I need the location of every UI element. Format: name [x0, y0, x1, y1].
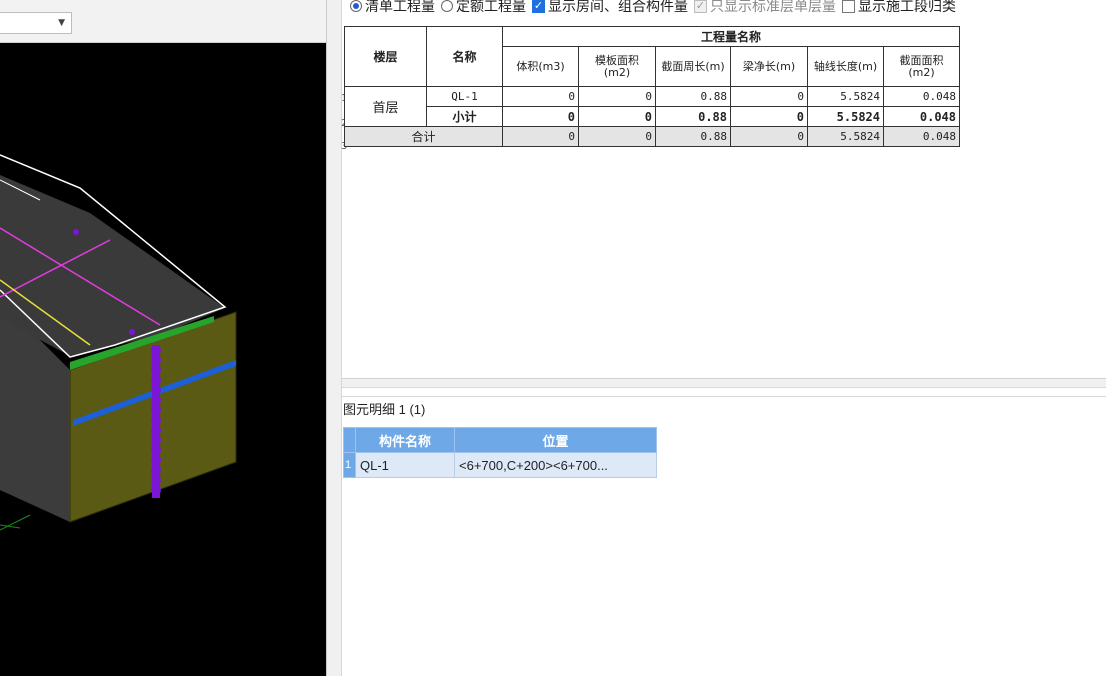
rebar-column [151, 345, 161, 498]
divider [342, 396, 1106, 397]
cell-value: 0 [502, 86, 579, 107]
total-row[interactable]: 合计 0 0 0.88 0 5.5824 0.048 [344, 126, 960, 147]
table-row[interactable]: 1 QL-1 <6+700,C+200><6+700... [343, 452, 657, 478]
option-quota-quantity[interactable]: 定额工程量 [441, 0, 526, 16]
checkbox-icon[interactable] [842, 0, 855, 13]
cell-value: 0 [730, 86, 808, 107]
quantity-table[interactable]: 楼层 名称 工程量名称 体积(m3) 模板面积(m2) 截面周长(m) 梁净长(… [344, 26, 960, 147]
radio-icon[interactable] [441, 0, 453, 12]
cell-value: 0.88 [655, 86, 731, 107]
quantity-options: 清单工程量 定额工程量 ✓ 显示房间、组合构件量 ✓ 只显示标准层单层量 显示施… [350, 0, 956, 16]
header-name[interactable]: 名称 [426, 26, 503, 87]
cell-floor: 首层 [344, 86, 427, 127]
viewport-toolbar: ▼ [0, 0, 326, 43]
cell-value: 0.88 [655, 126, 731, 147]
cell-value: 5.5824 [807, 126, 884, 147]
cell-name: QL-1 [426, 86, 503, 107]
cell-value: 5.5824 [807, 106, 884, 127]
option-label: 定额工程量 [456, 0, 526, 14]
panel-splitter[interactable] [326, 0, 342, 676]
cell-component-name: QL-1 [355, 452, 455, 478]
header-section-perimeter[interactable]: 截面周长(m) [655, 46, 731, 87]
detail-panel-title: 图元明细 1 (1) [343, 399, 425, 418]
3d-viewport[interactable]: ▼ [0, 0, 326, 676]
header-beam-net-length[interactable]: 梁净长(m) [730, 46, 808, 87]
option-label: 显示房间、组合构件量 [548, 0, 688, 14]
detail-title-label: 图元明细 [343, 402, 396, 417]
header-component-name[interactable]: 构件名称 [355, 427, 455, 453]
cell-total-label: 合计 [344, 126, 503, 147]
subtotal-row[interactable]: 小计 0 0 0.88 0 5.5824 0.048 [345, 106, 960, 127]
header-position[interactable]: 位置 [454, 427, 657, 453]
option-bill-quantity[interactable]: 清单工程量 [350, 0, 435, 16]
cell-value: 5.5824 [807, 86, 884, 107]
cell-value: 0.048 [883, 106, 960, 127]
cell-name: 小计 [426, 106, 503, 127]
option-show-room-quantity[interactable]: ✓ 显示房间、组合构件量 [532, 0, 688, 16]
checkbox-checked-icon[interactable]: ✓ [532, 0, 545, 13]
header-volume[interactable]: 体积(m3) [502, 46, 579, 87]
header-quantity-group: 工程量名称 [502, 26, 960, 47]
cell-value: 0 [730, 106, 808, 127]
cell-value: 0 [578, 86, 656, 107]
table-row[interactable]: 首层 QL-1 0 0 0.88 0 5.5824 0.048 [344, 86, 960, 127]
option-label: 显示施工段归类 [858, 0, 956, 14]
header-formwork-area[interactable]: 模板面积(m2) [578, 46, 656, 87]
cell-value: 0 [502, 106, 579, 127]
cell-value: 0 [502, 126, 579, 147]
chevron-down-icon: ▼ [58, 18, 65, 28]
radio-icon[interactable] [350, 0, 362, 12]
option-label: 清单工程量 [365, 0, 435, 14]
cell-value: 0 [578, 106, 656, 127]
option-standard-floor-only: ✓ 只显示标准层单层量 [694, 0, 836, 16]
header-section-area[interactable]: 截面面积(m2) [883, 46, 960, 87]
checkbox-checked-icon: ✓ [694, 0, 707, 13]
model-scene[interactable] [0, 42, 326, 676]
cell-value: 0.048 [883, 126, 960, 147]
detail-count: 1 (1) [398, 402, 426, 417]
cell-value: 0 [730, 126, 808, 147]
option-show-construction-section[interactable]: 显示施工段归类 [842, 0, 956, 16]
cell-value: 0 [578, 126, 656, 147]
cell-value: 0.88 [655, 106, 731, 127]
cell-position: <6+700,C+200><6+700... [454, 452, 657, 478]
header-axis-length[interactable]: 轴线长度(m) [807, 46, 884, 87]
row-header-corner [343, 427, 356, 453]
row-number: 1 [343, 452, 356, 478]
element-detail-table[interactable]: 构件名称 位置 1 QL-1 <6+700,C+200><6+700... [343, 427, 657, 478]
option-label: 只显示标准层单层量 [710, 0, 836, 14]
floor-dropdown[interactable]: ▼ [0, 12, 72, 34]
panel-divider[interactable] [342, 378, 1106, 388]
cell-value: 0.048 [883, 86, 960, 107]
header-floor[interactable]: 楼层 [344, 26, 427, 87]
